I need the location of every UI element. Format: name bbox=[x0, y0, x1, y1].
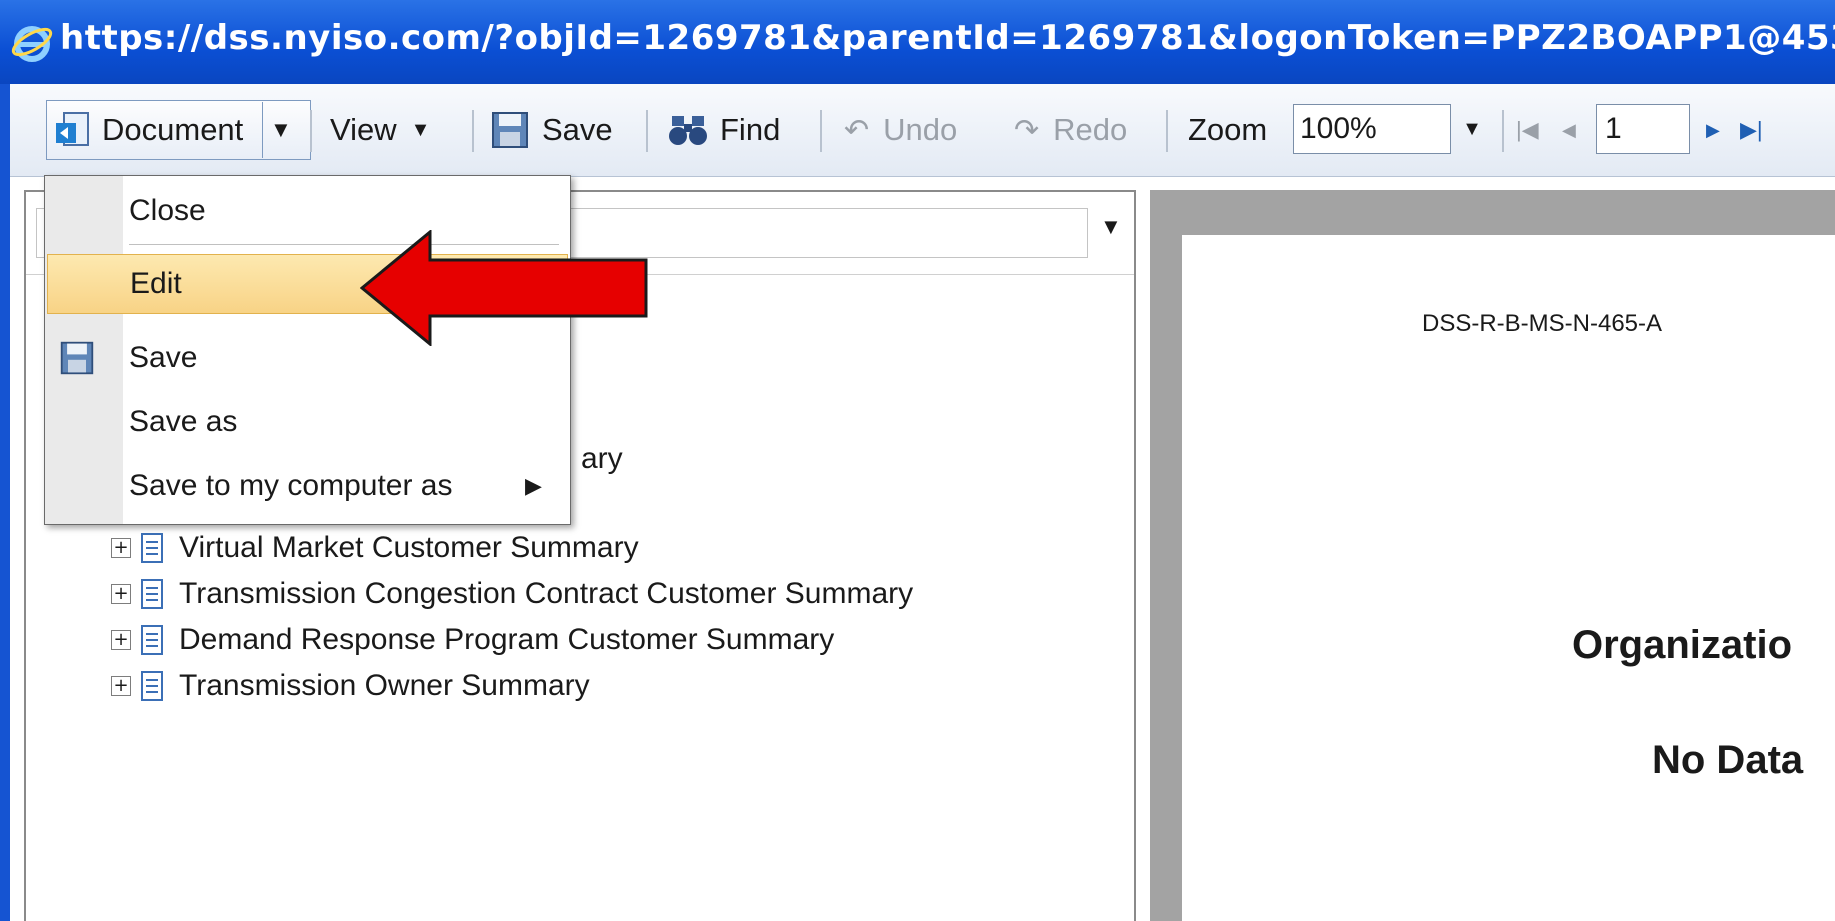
tree-item-partial[interactable]: ary bbox=[581, 439, 623, 479]
internet-explorer-icon bbox=[11, 26, 53, 62]
window-frame bbox=[0, 84, 10, 921]
menu-item-save-to-computer[interactable]: Save to my computer as ▶ bbox=[45, 456, 570, 516]
report-viewer: DSS-R-B-MS-N-465-A Organizatio No Data bbox=[1150, 190, 1835, 921]
tree-item[interactable]: + Demand Response Program Customer Summa… bbox=[111, 620, 834, 660]
menu-item-save-as[interactable]: Save as bbox=[45, 392, 570, 452]
report-document-icon bbox=[141, 625, 163, 655]
tree-item-label: Transmission Congestion Contract Custome… bbox=[179, 577, 914, 610]
menu-item-label: Save bbox=[129, 341, 198, 374]
next-page-button[interactable]: ▶ bbox=[1706, 84, 1720, 176]
document-split-divider bbox=[262, 102, 263, 158]
previous-page-button[interactable]: ◀ bbox=[1562, 84, 1576, 176]
chevron-down-icon: ▼ bbox=[410, 118, 431, 141]
toolbar: Document ▼ View ▼ Save Find ↶ Undo ↷ Red… bbox=[10, 84, 1835, 177]
save-button[interactable]: Save bbox=[490, 84, 613, 176]
undo-icon: ↶ bbox=[844, 113, 870, 147]
report-document-icon bbox=[141, 579, 163, 609]
chevron-down-icon: ▼ bbox=[270, 117, 292, 142]
first-page-icon: |◀ bbox=[1516, 117, 1539, 142]
find-label: Find bbox=[720, 112, 781, 147]
tree-item[interactable]: + Virtual Market Customer Summary bbox=[111, 528, 639, 568]
expand-icon[interactable]: + bbox=[111, 630, 131, 650]
menu-item-label: Save as bbox=[129, 405, 238, 438]
first-page-button[interactable]: |◀ bbox=[1516, 84, 1539, 176]
undo-button[interactable]: ↶ Undo bbox=[844, 84, 957, 176]
menu-item-label: Edit bbox=[130, 267, 182, 300]
tree-item-label: Transmission Owner Summary bbox=[179, 669, 590, 702]
document-dropdown-menu: Close Edit Save Save as Save to my compu… bbox=[44, 175, 571, 525]
navigation-dropdown-button[interactable]: ▼ bbox=[1100, 214, 1122, 240]
undo-label: Undo bbox=[883, 112, 958, 147]
floppy-disk-icon bbox=[492, 112, 528, 148]
no-data-label: No Data bbox=[1652, 738, 1804, 782]
chevron-down-icon: ▼ bbox=[1462, 117, 1482, 140]
zoom-label: Zoom bbox=[1188, 112, 1268, 147]
toolbar-separator bbox=[646, 110, 648, 152]
red-arrow-callout bbox=[360, 230, 648, 346]
document-button[interactable]: Document bbox=[52, 84, 243, 176]
last-page-icon: ▶| bbox=[1740, 117, 1763, 142]
view-label: View bbox=[330, 112, 397, 147]
report-document-icon bbox=[141, 533, 163, 563]
expand-icon[interactable]: + bbox=[111, 538, 131, 558]
report-page: DSS-R-B-MS-N-465-A Organizatio No Data bbox=[1182, 235, 1835, 921]
redo-icon: ↷ bbox=[1014, 113, 1040, 147]
tree-item[interactable]: + Transmission Owner Summary bbox=[111, 666, 590, 706]
expand-icon[interactable]: + bbox=[111, 676, 131, 696]
next-page-icon: ▶ bbox=[1706, 119, 1720, 140]
binoculars-icon bbox=[669, 116, 707, 145]
zoom-dropdown-button[interactable]: ▼ bbox=[1452, 104, 1492, 154]
submenu-arrow-icon: ▶ bbox=[525, 473, 542, 498]
previous-page-icon: ◀ bbox=[1562, 119, 1576, 140]
redo-label: Redo bbox=[1053, 112, 1128, 147]
redo-button[interactable]: ↷ Redo bbox=[1014, 84, 1127, 176]
toolbar-separator bbox=[1502, 110, 1504, 152]
menu-item-label: Save to my computer as bbox=[129, 469, 453, 502]
document-label: Document bbox=[102, 112, 244, 147]
window-titlebar: https://dss.nyiso.com/?objId=1269781&par… bbox=[0, 0, 1835, 84]
last-page-button[interactable]: ▶| bbox=[1740, 84, 1763, 176]
view-button[interactable]: View ▼ bbox=[330, 84, 430, 176]
save-label: Save bbox=[542, 112, 613, 147]
chevron-down-icon: ▼ bbox=[1100, 214, 1122, 239]
expand-icon[interactable]: + bbox=[111, 584, 131, 604]
report-heading: Organizatio bbox=[1572, 623, 1793, 667]
window-title: https://dss.nyiso.com/?objId=1269781&par… bbox=[60, 18, 1835, 58]
floppy-disk-icon bbox=[60, 341, 94, 375]
toolbar-separator bbox=[820, 110, 822, 152]
tree-item-label: Virtual Market Customer Summary bbox=[179, 531, 639, 564]
page-number-input[interactable]: 1 bbox=[1596, 104, 1690, 154]
document-dropdown-arrow[interactable]: ▼ bbox=[270, 84, 292, 176]
document-icon bbox=[56, 112, 89, 146]
tree-item-label: Demand Response Program Customer Summary bbox=[179, 623, 835, 656]
zoom-input[interactable]: 100% bbox=[1293, 104, 1451, 154]
report-id: DSS-R-B-MS-N-465-A bbox=[1422, 310, 1663, 337]
toolbar-separator bbox=[1166, 110, 1168, 152]
menu-item-label: Close bbox=[129, 194, 206, 227]
tree-item[interactable]: + Transmission Congestion Contract Custo… bbox=[111, 574, 913, 614]
report-document-icon bbox=[141, 671, 163, 701]
find-button[interactable]: Find bbox=[668, 84, 780, 176]
tree-item-label: ary bbox=[581, 442, 623, 475]
toolbar-separator bbox=[472, 110, 474, 152]
toolbar-separator bbox=[310, 110, 312, 152]
